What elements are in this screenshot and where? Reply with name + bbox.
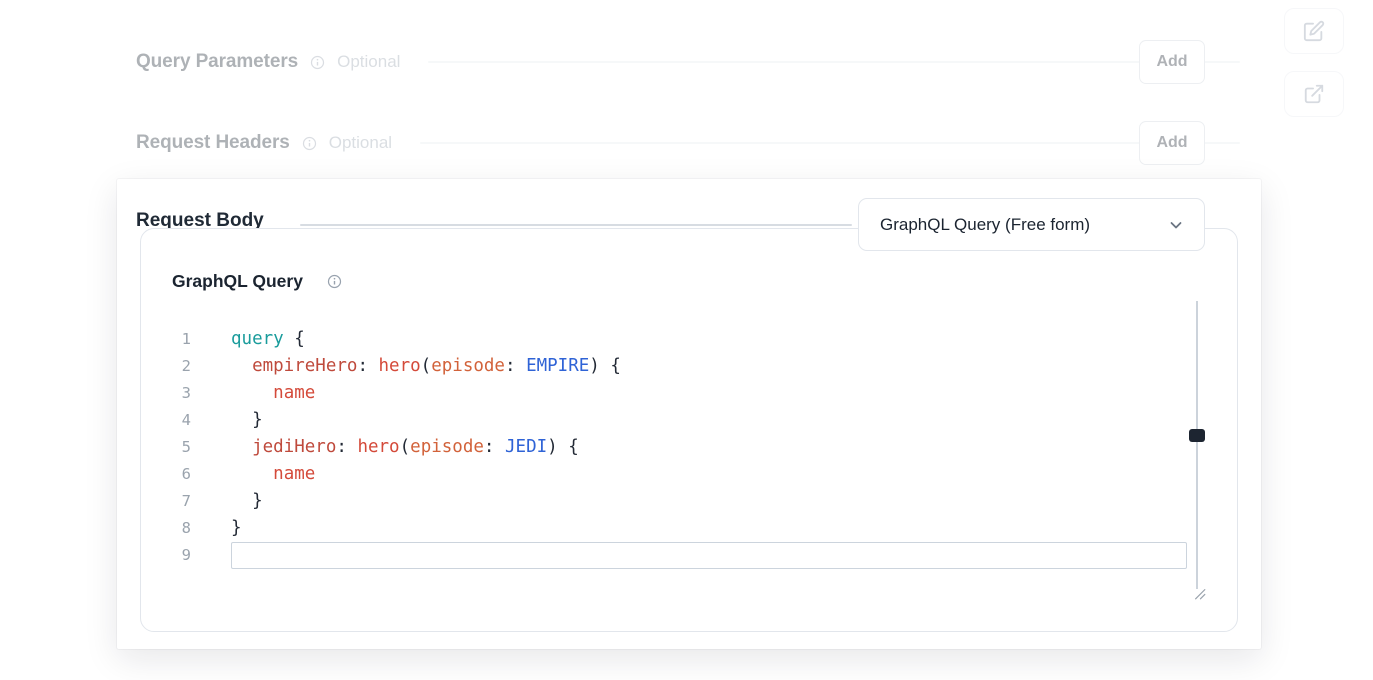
code-token: } [231, 518, 242, 538]
code-token: } [231, 491, 263, 511]
code-token: episode [410, 437, 484, 457]
code-token [231, 356, 252, 376]
line-number: 3 [141, 380, 191, 407]
line-number: 6 [141, 461, 191, 488]
request-body-panel: Request Body GraphQL Query (Free form) G… [117, 179, 1261, 649]
code-token: ) { [547, 437, 579, 457]
code-token [231, 464, 273, 484]
code-line[interactable]: } [231, 515, 1185, 542]
code-token: JEDI [505, 437, 547, 457]
code-token: { [284, 329, 305, 349]
code-token: ( [421, 356, 432, 376]
code-line[interactable]: empireHero: hero(episode: EMPIRE) { [231, 353, 1185, 380]
page: Query Parameters Optional Add Request He… [0, 0, 1373, 680]
code-token: : [357, 356, 378, 376]
resize-grip-icon[interactable] [1192, 586, 1208, 602]
gutter: 123456789 [141, 326, 191, 569]
title-divider [300, 224, 852, 226]
code-line[interactable]: } [231, 407, 1185, 434]
code-token [231, 437, 252, 457]
code-token: ( [400, 437, 411, 457]
code-token: name [273, 383, 315, 403]
line-number: 5 [141, 434, 191, 461]
code-token: name [273, 464, 315, 484]
code-line[interactable]: name [231, 461, 1185, 488]
code-line[interactable]: name [231, 380, 1185, 407]
code-line[interactable]: jediHero: hero(episode: JEDI) { [231, 434, 1185, 461]
info-icon[interactable] [327, 274, 342, 289]
code-token: hero [357, 437, 399, 457]
graphql-query-label: GraphQL Query [172, 271, 303, 292]
line-number: 4 [141, 407, 191, 434]
line-number: 9 [141, 542, 191, 569]
code-token [231, 383, 273, 403]
code-editor[interactable]: 123456789 query { empireHero: hero(episo… [141, 326, 1237, 576]
chevron-down-icon [1166, 215, 1186, 235]
line-number: 1 [141, 326, 191, 353]
code-token: ) { [589, 356, 621, 376]
graphql-query-header: GraphQL Query [172, 271, 342, 292]
code-line[interactable] [231, 542, 1185, 569]
code-token: : [336, 437, 357, 457]
editor-scrollbar-track[interactable] [1196, 301, 1198, 589]
code-token: query [231, 329, 284, 349]
line-number: 7 [141, 488, 191, 515]
code-token: jediHero [252, 437, 336, 457]
line-number: 2 [141, 353, 191, 380]
code-token: empireHero [252, 356, 357, 376]
code-token: } [231, 410, 263, 430]
body-type-value: GraphQL Query (Free form) [880, 215, 1090, 235]
code-token: EMPIRE [526, 356, 589, 376]
code-token: hero [379, 356, 421, 376]
code-line[interactable]: } [231, 488, 1185, 515]
code-line[interactable]: query { [231, 326, 1185, 353]
code-token: episode [431, 356, 505, 376]
code-token: : [505, 356, 526, 376]
graphql-editor-card: GraphQL Query 123456789 query { empireHe… [140, 228, 1238, 632]
code-token: : [484, 437, 505, 457]
code-lines: query { empireHero: hero(episode: EMPIRE… [231, 326, 1185, 569]
scrollbar-thumb[interactable] [1189, 429, 1205, 442]
body-type-select[interactable]: GraphQL Query (Free form) [858, 198, 1205, 251]
line-number: 8 [141, 515, 191, 542]
